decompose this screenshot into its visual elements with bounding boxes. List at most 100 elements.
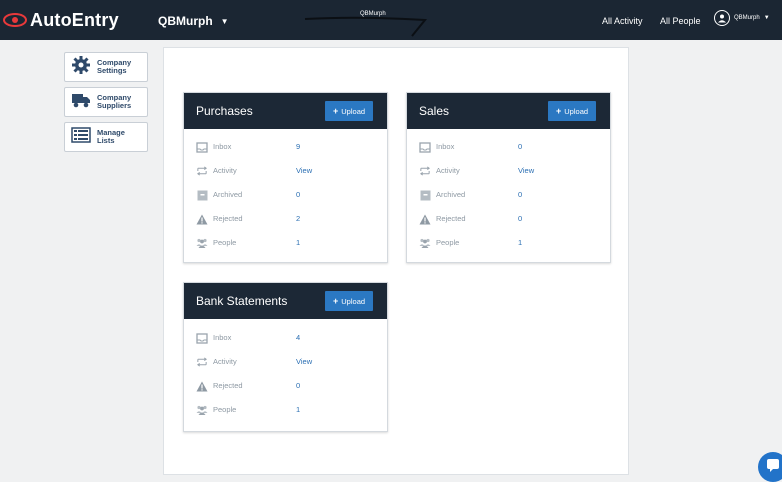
plus-icon: + [333,296,339,306]
chat-icon [766,458,780,477]
company-name: QBMurph [158,14,213,28]
people-icon [419,237,431,249]
card-header: Purchases + Upload [184,93,387,129]
user-menu[interactable]: QBMurph ▼ [714,10,770,26]
sidebar: Company Settings Company Suppliers Manag… [64,52,148,157]
bank-statements-card: Bank Statements + Upload Inbox 4 Activit… [183,282,388,432]
row-label: Archived [436,190,466,199]
inbox-row[interactable] [196,331,208,345]
people-row[interactable] [196,236,208,250]
people-row[interactable] [196,403,208,417]
warning-icon [419,213,431,225]
people-icon [196,237,208,249]
row-label: Rejected [213,214,243,223]
row-value[interactable]: View [296,357,312,366]
archive-box-icon [419,189,431,201]
upload-label: Upload [341,106,366,116]
all-activity-link[interactable]: All Activity [602,16,643,26]
row-label: Activity [213,166,237,175]
sidebar-item-label: Company Suppliers [97,93,132,110]
archived-row[interactable] [419,188,431,202]
scribble-mark [304,16,428,37]
row-value[interactable]: 0 [296,190,300,199]
warning-icon [196,213,208,225]
activity-arrows-icon [419,165,431,177]
archived-row[interactable] [196,188,208,202]
activity-arrows-icon [196,356,208,368]
upload-label: Upload [564,106,589,116]
inbox-icon [196,141,208,153]
people-icon [196,404,208,416]
rejected-row[interactable] [419,212,431,226]
card-title: Bank Statements [196,294,288,308]
caret-down-icon: ▼ [763,15,770,21]
row-value[interactable]: 9 [296,142,300,151]
row-label: Inbox [213,142,232,151]
archive-box-icon [196,189,208,201]
autoentry-eye-icon [0,10,30,30]
row-value[interactable]: 4 [296,333,300,342]
caret-down-icon: ▼ [220,16,229,26]
card-header: Sales + Upload [407,93,610,129]
inbox-icon [419,141,431,153]
sales-upload-button[interactable]: + Upload [548,101,597,121]
row-label: Activity [213,357,237,366]
activity-arrows-icon [196,165,208,177]
gear-icon [71,55,91,80]
inbox-row[interactable] [419,140,431,154]
manage-lists-button[interactable]: Manage Lists [64,122,148,152]
row-value[interactable]: 0 [518,142,522,151]
card-title: Purchases [196,104,253,118]
row-label: People [213,238,237,247]
inbox-row[interactable] [196,140,208,154]
row-label: Inbox [213,333,232,342]
row-value[interactable]: 1 [296,238,300,247]
card-title: Sales [419,104,450,118]
company-suppliers-button[interactable]: Company Suppliers [64,87,148,117]
row-value[interactable]: View [296,166,312,175]
app-name: AutoEntry [30,9,119,30]
rejected-row[interactable] [196,212,208,226]
row-value[interactable]: 0 [296,381,300,390]
truck-icon [71,91,91,114]
row-label: People [213,405,237,414]
user-name: QBMurph [734,15,760,21]
all-people-link[interactable]: All People [660,16,701,26]
user-avatar-icon [714,10,730,26]
sidebar-item-label: Company Settings [97,58,132,75]
row-value[interactable]: 0 [518,190,522,199]
list-icon [71,126,91,149]
purchases-card: Purchases + Upload Inbox 9 Activity View… [183,92,388,263]
row-label: Archived [213,190,243,199]
row-value[interactable]: 2 [296,214,300,223]
sales-card: Sales + Upload Inbox 0 Activity View Arc… [406,92,611,263]
top-navigation-bar: AutoEntry QBMurph ▼ QBMurph All Activity… [0,0,782,40]
plus-icon: + [556,106,562,116]
app-logo[interactable]: AutoEntry [0,9,119,31]
sidebar-item-label: Manage Lists [97,128,125,145]
card-header: Bank Statements + Upload [184,283,387,319]
row-value[interactable]: View [518,166,534,175]
row-value[interactable]: 0 [518,214,522,223]
row-label: Inbox [436,142,455,151]
chat-launcher-button[interactable] [758,452,782,482]
people-row[interactable] [419,236,431,250]
row-value[interactable]: 1 [518,238,522,247]
warning-icon [196,380,208,392]
activity-row[interactable] [196,164,208,178]
company-selector[interactable]: QBMurph ▼ [158,14,229,28]
row-label: Rejected [213,381,243,390]
row-label: Rejected [436,214,466,223]
upload-label: Upload [341,296,366,306]
plus-icon: + [333,106,339,116]
company-settings-button[interactable]: Company Settings [64,52,148,82]
row-label: Activity [436,166,460,175]
activity-row[interactable] [419,164,431,178]
purchases-upload-button[interactable]: + Upload [325,101,374,121]
inbox-icon [196,332,208,344]
row-value[interactable]: 1 [296,405,300,414]
rejected-row[interactable] [196,379,208,393]
row-label: People [436,238,460,247]
activity-row[interactable] [196,355,208,369]
bank-statements-upload-button[interactable]: + Upload [325,291,374,311]
